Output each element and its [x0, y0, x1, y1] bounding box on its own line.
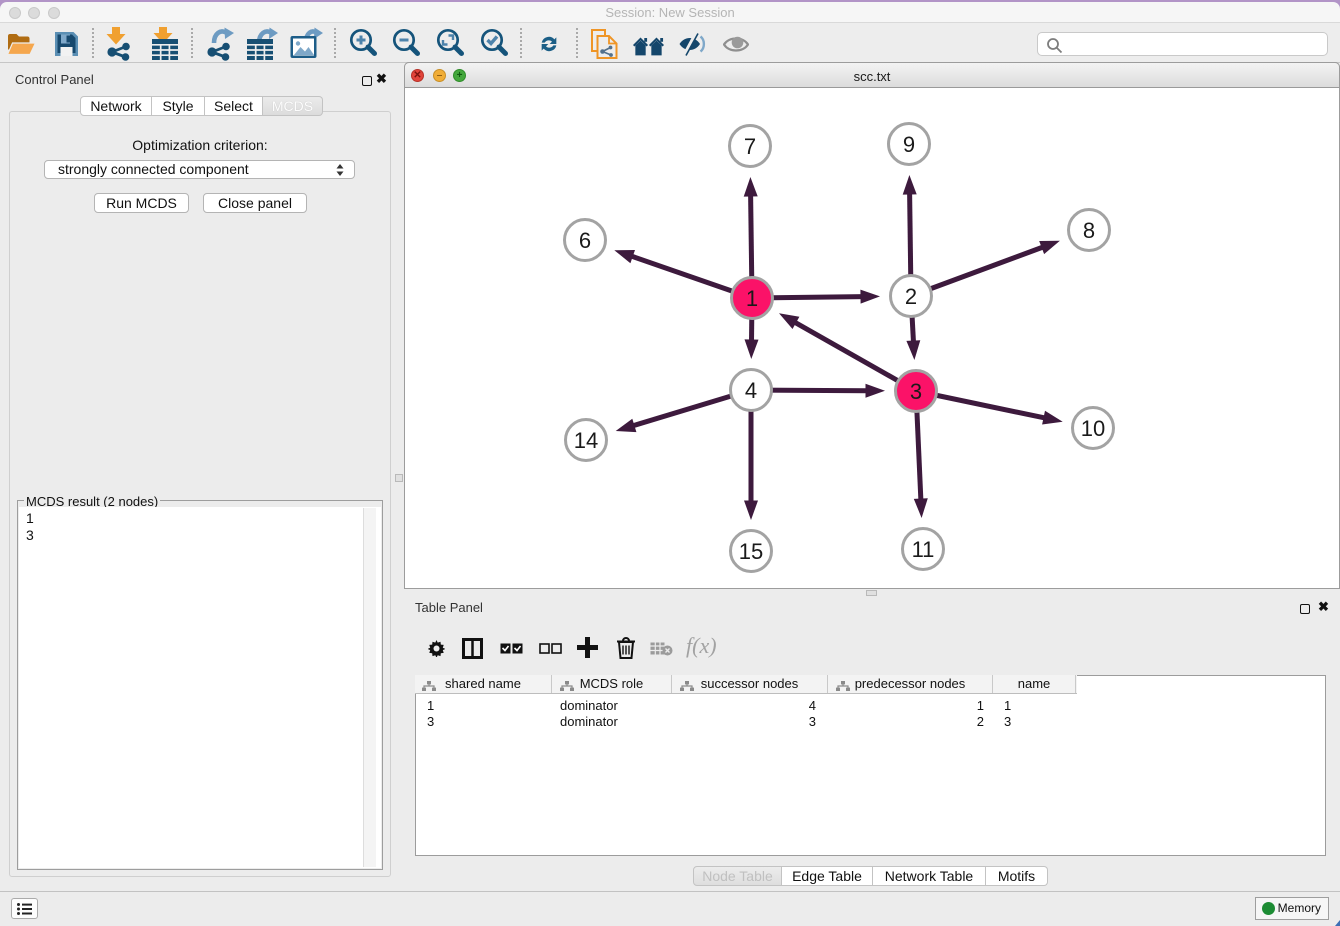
svg-text:6: 6 [579, 228, 591, 253]
svg-text:3: 3 [910, 379, 922, 404]
svg-text:8: 8 [1083, 218, 1095, 243]
svg-text:4: 4 [745, 378, 757, 403]
svg-text:1: 1 [746, 286, 758, 311]
svg-text:7: 7 [744, 134, 756, 159]
svg-text:11: 11 [912, 537, 935, 562]
svg-text:2: 2 [905, 284, 917, 309]
svg-text:15: 15 [739, 539, 763, 564]
svg-text:10: 10 [1081, 416, 1105, 441]
svg-text:14: 14 [574, 428, 598, 453]
svg-text:9: 9 [903, 132, 915, 157]
